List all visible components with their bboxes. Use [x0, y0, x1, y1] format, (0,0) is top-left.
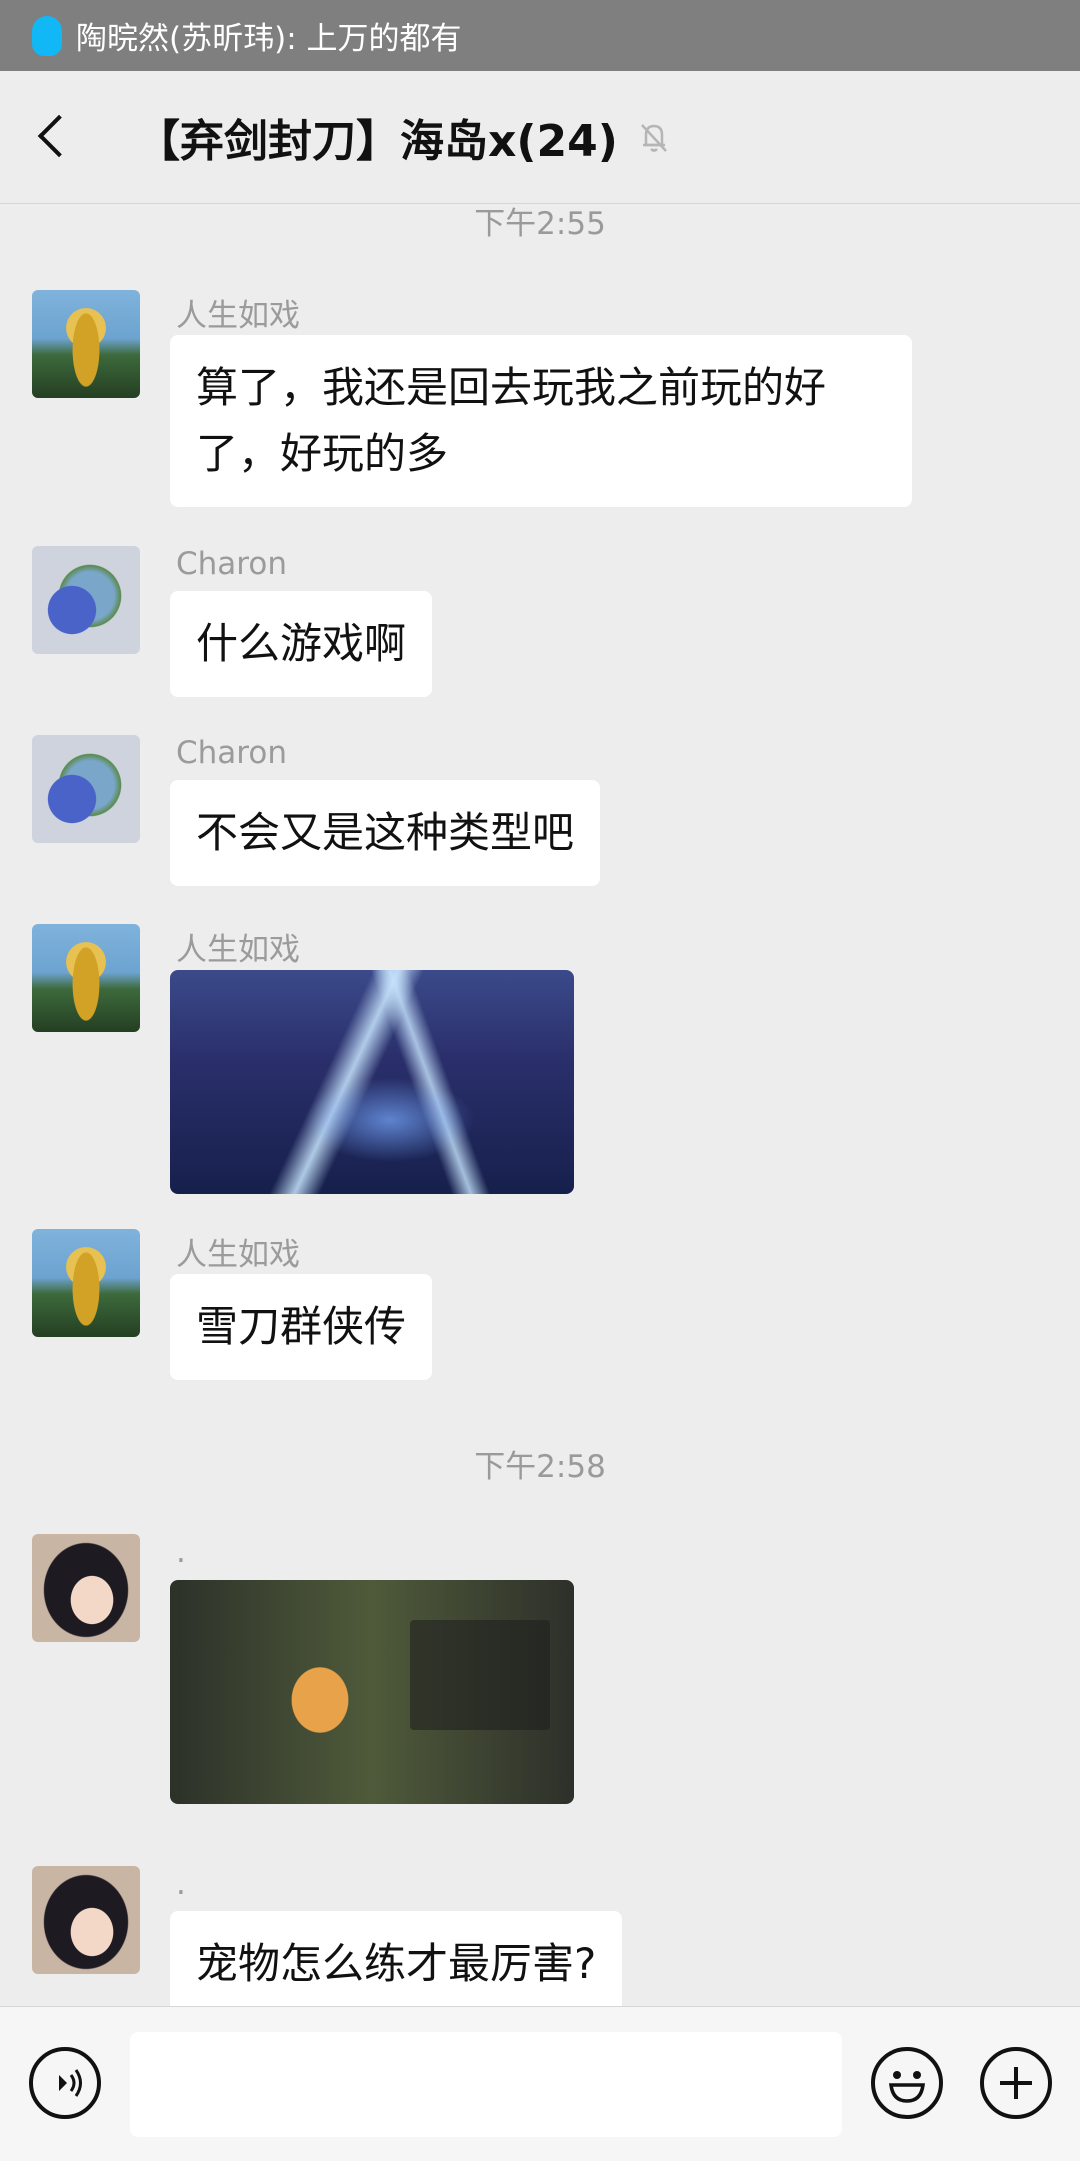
image-message[interactable] — [170, 1580, 574, 1804]
avatar[interactable] — [32, 1229, 140, 1337]
message-list[interactable]: 下午2:55 人生如戏 算了，我还是回去玩我之前玩的好了，好玩的多 Charon… — [0, 204, 1080, 2006]
message-bubble[interactable]: 雪刀群侠传 — [170, 1274, 433, 1380]
message-input[interactable] — [130, 2032, 842, 2137]
chevron-left-icon[interactable] — [28, 109, 84, 165]
sender-name: 人生如戏 — [176, 298, 300, 334]
message-bubble[interactable]: 什么游戏啊 — [170, 591, 433, 697]
plus-icon[interactable] — [980, 2047, 1052, 2119]
voice-icon[interactable] — [29, 2047, 101, 2119]
avatar[interactable] — [32, 290, 140, 398]
sender-name: . — [176, 1534, 186, 1570]
notification-banner[interactable]: 陶晥然(苏昕玮): 上万的都有 — [0, 0, 1080, 71]
message-bubble[interactable]: 宠物怎么练才最厉害? — [170, 1911, 623, 2006]
avatar[interactable] — [32, 1866, 140, 1974]
sender-name: 人生如戏 — [176, 1237, 300, 1273]
message-bubble[interactable]: 不会又是这种类型吧 — [170, 780, 601, 886]
sender-name: Charon — [176, 735, 287, 771]
timestamp: 下午2:58 — [474, 1449, 606, 1485]
avatar[interactable] — [32, 546, 140, 654]
chat-header: 【弃剑封刀】海岛x(24) — [0, 71, 1080, 204]
avatar[interactable] — [32, 735, 140, 843]
input-bar — [0, 2006, 1080, 2161]
sender-name: 人生如戏 — [176, 932, 300, 968]
chat-title[interactable]: 【弃剑封刀】海岛x(24) — [136, 105, 618, 169]
message-bubble[interactable]: 算了，我还是回去玩我之前玩的好了，好玩的多 — [170, 335, 912, 507]
notification-text: 陶晥然(苏昕玮): 上万的都有 — [76, 21, 462, 57]
sender-name: Charon — [176, 546, 287, 582]
bell-off-icon — [634, 117, 674, 157]
timestamp: 下午2:55 — [474, 206, 606, 242]
avatar[interactable] — [32, 924, 140, 1032]
sender-name: . — [176, 1866, 186, 1902]
image-message[interactable] — [170, 970, 574, 1194]
emoji-icon[interactable] — [871, 2047, 943, 2119]
qq-penguin-icon — [32, 15, 62, 56]
avatar[interactable] — [32, 1534, 140, 1642]
